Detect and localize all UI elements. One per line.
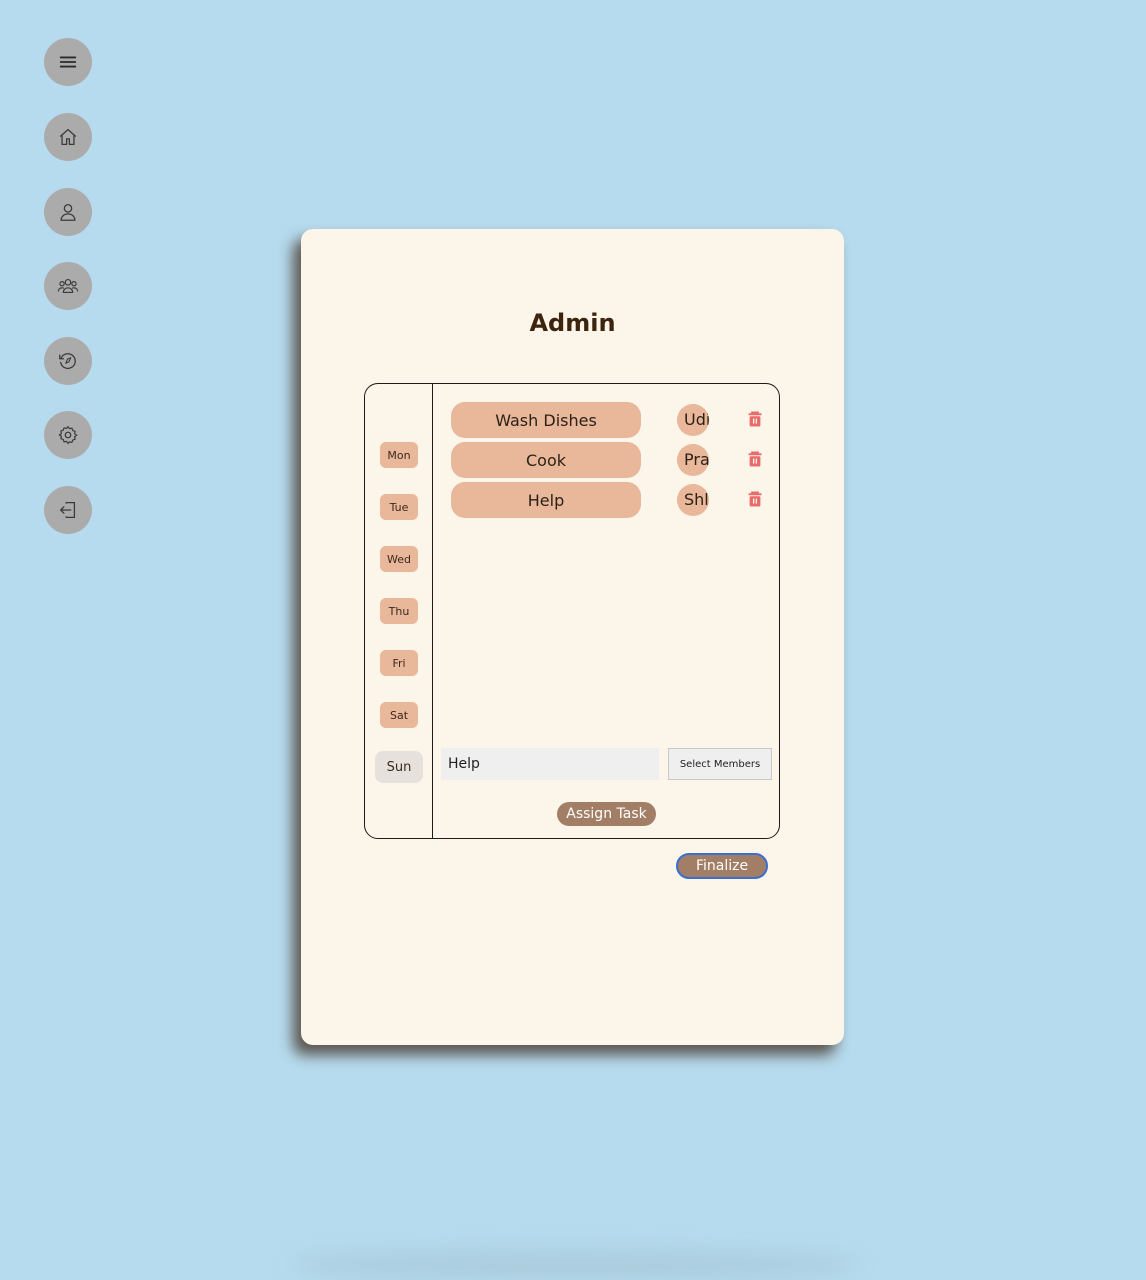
group-icon <box>57 275 79 297</box>
delete-task-button[interactable] <box>748 411 762 427</box>
history-button[interactable] <box>44 337 92 385</box>
delete-task-button[interactable] <box>748 451 762 467</box>
day-button-sat[interactable]: Sat <box>380 702 418 728</box>
menu-icon <box>57 51 79 73</box>
finalize-button[interactable]: Finalize <box>676 853 768 879</box>
page-title: Admin <box>529 309 616 337</box>
day-selector: Mon Tue Wed Thu Fri Sat Sun <box>365 384 433 838</box>
trash-icon <box>748 411 762 427</box>
page-shadow <box>290 1250 860 1280</box>
home-button[interactable] <box>44 113 92 161</box>
delete-task-button[interactable] <box>748 491 762 507</box>
assign-task-button[interactable]: Assign Task <box>557 802 656 826</box>
day-button-tue[interactable]: Tue <box>380 494 418 520</box>
group-button[interactable] <box>44 262 92 310</box>
member-avatar: Pranav <box>677 444 709 476</box>
gear-icon <box>57 424 79 446</box>
day-button-fri[interactable]: Fri <box>380 650 418 676</box>
member-avatar: Udit <box>677 404 709 436</box>
day-button-mon[interactable]: Mon <box>380 442 418 468</box>
member-avatar: Shlok <box>677 484 709 516</box>
admin-card: Admin Mon Tue Wed Thu Fri Sat Sun Wash D… <box>301 229 844 1045</box>
task-pill[interactable]: Wash Dishes <box>451 402 641 438</box>
user-icon <box>57 201 79 223</box>
trash-icon <box>748 491 762 507</box>
select-members-button[interactable]: Select Members <box>668 748 772 780</box>
task-pill[interactable]: Help <box>451 482 641 518</box>
history-icon <box>57 350 79 372</box>
menu-button[interactable] <box>44 38 92 86</box>
home-icon <box>57 126 79 148</box>
task-name-input[interactable] <box>441 748 659 780</box>
day-button-wed[interactable]: Wed <box>380 546 418 572</box>
profile-button[interactable] <box>44 188 92 236</box>
task-pill[interactable]: Cook <box>451 442 641 478</box>
schedule-panel: Mon Tue Wed Thu Fri Sat Sun Wash Dishes … <box>364 383 780 839</box>
trash-icon <box>748 451 762 467</box>
settings-button[interactable] <box>44 411 92 459</box>
day-button-thu[interactable]: Thu <box>380 598 418 624</box>
logout-button[interactable] <box>44 486 92 534</box>
day-button-sun[interactable]: Sun <box>375 751 423 783</box>
logout-icon <box>57 499 79 521</box>
